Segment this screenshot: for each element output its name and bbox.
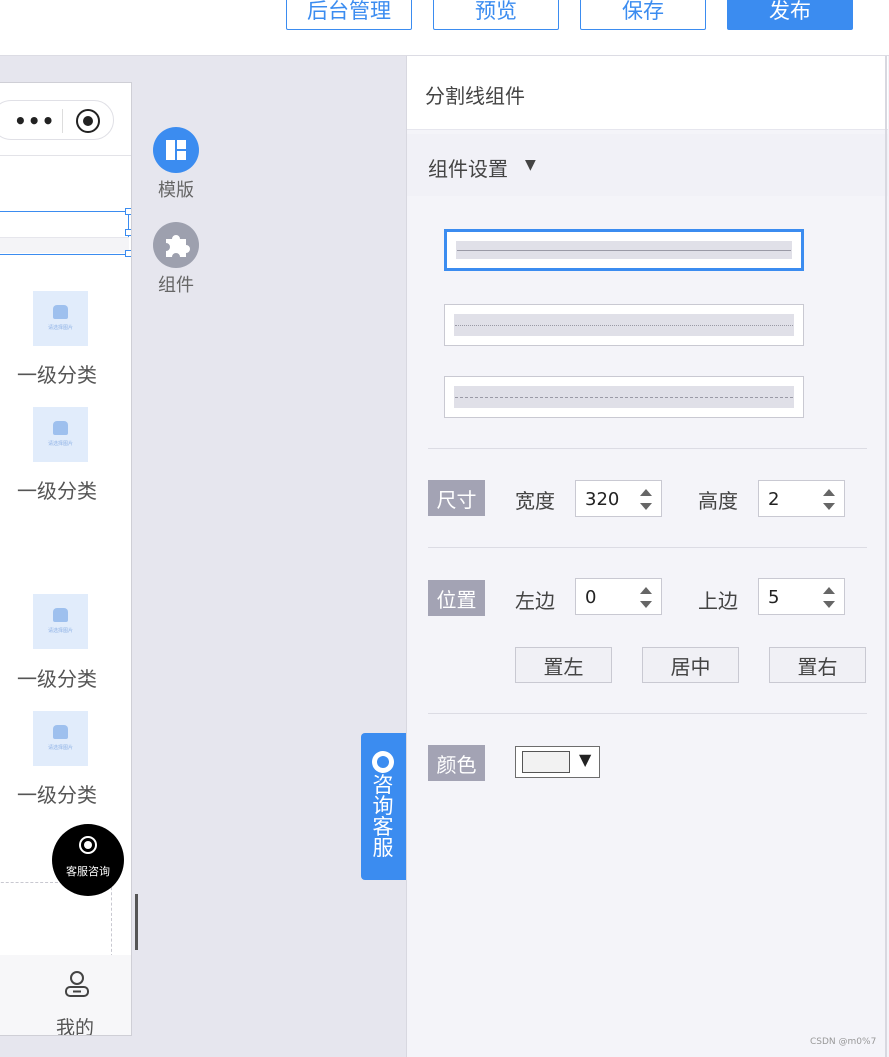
size-tag: 尺寸 — [428, 480, 485, 516]
top-offset-input[interactable]: 5 — [758, 578, 845, 615]
caret-down-icon: ▼ — [525, 157, 536, 173]
headset-icon — [372, 751, 394, 773]
dashed-line-preview — [455, 397, 793, 398]
resize-handle-top[interactable] — [125, 208, 131, 215]
puzzle-icon — [153, 222, 199, 268]
increment-icon[interactable] — [823, 587, 835, 594]
close-miniapp-icon[interactable] — [76, 109, 100, 133]
increment-icon[interactable] — [640, 489, 652, 496]
align-left-button[interactable]: 置左 — [515, 647, 612, 683]
phone-preview: ••• 请选择图片 一级分类 请选择图片 一级分类 请选择图片 一级分类 请选择… — [0, 82, 132, 1036]
line-style-solid[interactable] — [444, 229, 804, 271]
capsule-divider — [62, 109, 63, 133]
consult-service-tab[interactable]: 咨询客服 — [361, 733, 406, 880]
image-caption: 请选择图片 — [47, 441, 73, 447]
top-offset-label: 上边 — [698, 589, 738, 613]
increment-icon[interactable] — [823, 489, 835, 496]
preview-button[interactable]: 预览 — [433, 0, 559, 30]
color-tag: 颜色 — [428, 745, 485, 781]
image-caption: 请选择图片 — [47, 745, 73, 751]
decrement-icon[interactable] — [823, 601, 835, 608]
headset-icon — [79, 836, 97, 854]
dotted-line-preview — [455, 325, 793, 326]
height-input[interactable]: 2 — [758, 480, 845, 517]
property-panel: 分割线组件 组件设置 ▼ 尺寸 宽度 320 高度 2 位置 左边 0 上边 5… — [406, 56, 889, 1057]
color-swatch — [522, 751, 570, 773]
top-offset-value: 5 — [768, 587, 780, 608]
top-toolbar: 后台管理 预览 保存 发布 — [0, 0, 889, 56]
image-placeholder-icon — [53, 305, 68, 319]
admin-button[interactable]: 后台管理 — [286, 0, 412, 30]
left-offset-value: 0 — [585, 587, 597, 608]
color-picker[interactable]: ▼ — [515, 746, 600, 778]
category-image[interactable]: 请选择图片 — [33, 711, 88, 766]
height-label: 高度 — [698, 489, 738, 513]
divider — [428, 448, 867, 449]
category-label[interactable]: 一级分类 — [17, 779, 107, 808]
category-label[interactable]: 一级分类 — [17, 663, 107, 692]
increment-icon[interactable] — [640, 587, 652, 594]
panel-header: 分割线组件 — [407, 56, 888, 130]
selected-divider-component[interactable] — [0, 211, 129, 255]
category-label[interactable]: 一级分类 — [17, 359, 107, 388]
panel-scrollbar — [885, 56, 887, 1057]
category-image[interactable]: 请选择图片 — [33, 291, 88, 346]
template-icon — [153, 127, 199, 173]
save-button[interactable]: 保存 — [580, 0, 706, 30]
template-label: 模版 — [158, 180, 194, 201]
component-tool[interactable]: 组件 — [152, 222, 200, 297]
category-image[interactable]: 请选择图片 — [33, 407, 88, 462]
component-label: 组件 — [158, 275, 194, 296]
divider-preview — [0, 237, 129, 253]
component-settings-header[interactable]: 组件设置 ▼ — [407, 134, 888, 196]
category-image[interactable]: 请选择图片 — [33, 594, 88, 649]
line-style-dotted[interactable] — [444, 304, 804, 346]
publish-button[interactable]: 发布 — [727, 0, 853, 30]
customer-service-label: 客服咨询 — [66, 865, 110, 878]
align-right-button[interactable]: 置右 — [769, 647, 866, 683]
divider — [428, 547, 867, 548]
align-center-button[interactable]: 居中 — [642, 647, 739, 683]
image-placeholder-icon — [53, 725, 68, 739]
category-label[interactable]: 一级分类 — [17, 475, 107, 504]
position-tag: 位置 — [428, 580, 485, 616]
width-value: 320 — [585, 489, 620, 510]
panel-title: 分割线组件 — [425, 84, 525, 108]
tab-mine-label[interactable]: 我的 — [56, 1013, 94, 1035]
solid-line-preview — [457, 250, 791, 251]
divider — [428, 713, 867, 714]
section-title: 组件设置 — [428, 157, 508, 181]
customer-service-bubble[interactable]: 客服咨询 — [52, 824, 124, 896]
bottom-tabbar: 我的 — [0, 955, 131, 1035]
left-offset-input[interactable]: 0 — [575, 578, 662, 615]
miniapp-capsule: ••• — [0, 100, 114, 140]
user-icon[interactable] — [63, 969, 91, 999]
decrement-icon[interactable] — [823, 503, 835, 510]
caret-down-icon: ▼ — [579, 750, 592, 769]
image-placeholder-icon — [53, 421, 68, 435]
header-divider — [0, 155, 131, 156]
width-input[interactable]: 320 — [575, 480, 662, 517]
image-caption: 请选择图片 — [47, 628, 73, 634]
more-icon[interactable]: ••• — [14, 109, 55, 133]
resize-handle-bottom[interactable] — [125, 250, 131, 257]
scrollbar[interactable] — [135, 894, 138, 950]
watermark: CSDN @m0%7 — [810, 1037, 877, 1047]
template-tool[interactable]: 模版 — [152, 127, 200, 202]
line-style-dashed[interactable] — [444, 376, 804, 418]
decrement-icon[interactable] — [640, 503, 652, 510]
image-placeholder-icon — [53, 608, 68, 622]
decrement-icon[interactable] — [640, 601, 652, 608]
width-label: 宽度 — [515, 489, 555, 513]
image-caption: 请选择图片 — [47, 325, 73, 331]
consult-service-label: 咨询客服 — [372, 773, 394, 860]
resize-handle-middle[interactable] — [125, 229, 131, 236]
height-value: 2 — [768, 489, 780, 510]
left-offset-label: 左边 — [515, 589, 555, 613]
